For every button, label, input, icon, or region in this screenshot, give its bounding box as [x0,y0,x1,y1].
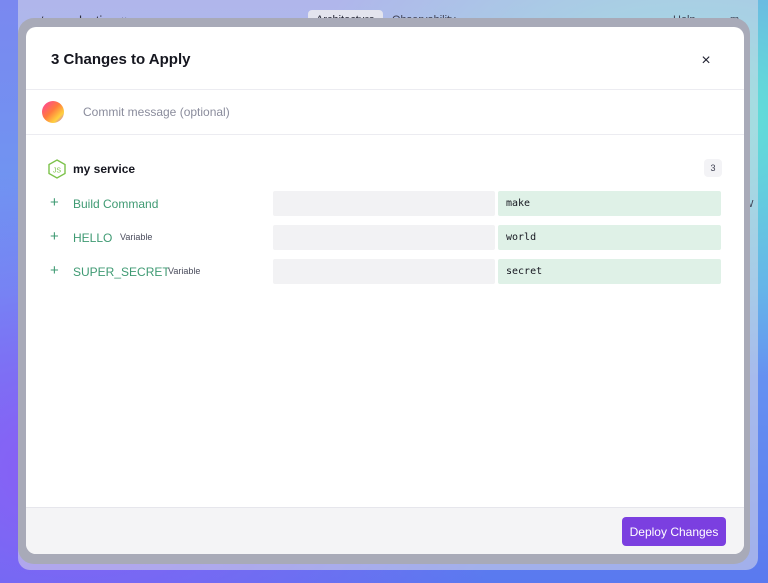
svg-text:JS: JS [53,168,62,175]
avatar [42,101,64,123]
variable-tag: Variable [120,232,153,242]
commit-message-input[interactable] [76,98,716,126]
change-name: SUPER_SECRET [73,265,170,279]
service-header: JS my service 3 [26,154,744,184]
nodejs-icon: JS [48,159,66,179]
service-name: my service [73,162,136,176]
old-value [273,259,495,284]
deploy-changes-button[interactable]: Deploy Changes [622,517,726,546]
modal-header: 3 Changes to Apply × [26,27,744,90]
change-row: + SUPER_SECRET Variable secret [26,259,744,285]
close-icon: × [701,52,711,69]
commit-message-row [26,90,744,135]
change-name: Build Command [73,197,159,211]
variable-tag: Variable [168,266,201,276]
old-value [273,191,495,216]
new-value: secret [498,259,721,284]
plus-icon: + [50,194,59,211]
change-name: HELLO [73,231,113,245]
plus-icon: + [50,262,59,279]
change-row: + HELLO Variable world [26,225,744,251]
plus-icon: + [50,228,59,245]
new-value: make [498,191,721,216]
close-button[interactable]: × [694,49,718,73]
changes-modal: 3 Changes to Apply × JS my service 3 + B… [26,27,744,554]
change-row: + Build Command make [26,191,744,217]
old-value [273,225,495,250]
change-count-badge: 3 [704,159,722,177]
modal-title: 3 Changes to Apply [51,51,191,68]
new-value: world [498,225,721,250]
modal-footer: Deploy Changes [26,507,744,554]
